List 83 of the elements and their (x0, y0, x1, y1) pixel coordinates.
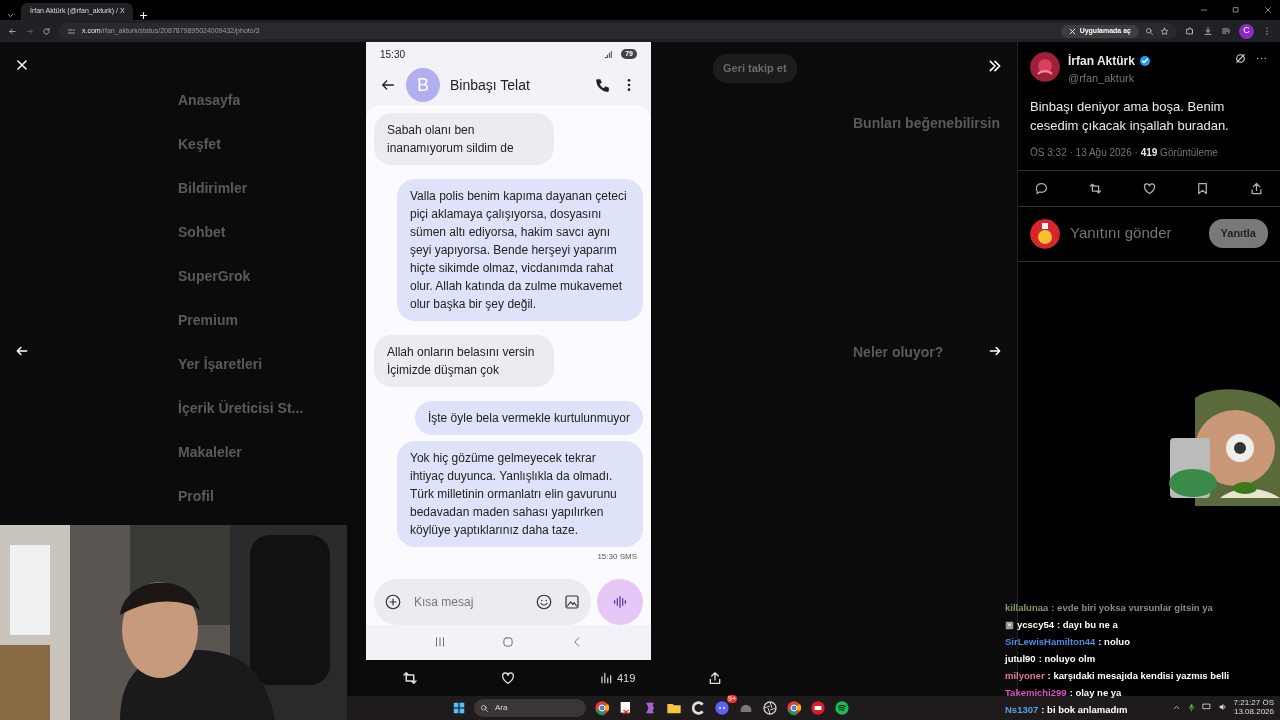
back-icon[interactable] (8, 26, 17, 36)
home-icon[interactable] (501, 635, 516, 650)
star-icon[interactable] (1160, 26, 1169, 36)
contact-avatar: B (406, 68, 440, 103)
bar-chart-icon (599, 671, 613, 685)
chat-message: : karşıdaki mesajıda kendisi yazmıs belli (1047, 669, 1230, 683)
chat-username[interactable]: ycscy54 (1017, 617, 1054, 633)
spotify-icon[interactable] (834, 700, 850, 716)
chat-message: : noluyo olm (1038, 652, 1096, 666)
close-icon[interactable] (15, 58, 29, 72)
clock-time[interactable]: 7:21:27 ÖS (1233, 698, 1274, 707)
sent-message: İşte öyle bela vermekle kurtulunmuyor (414, 400, 643, 435)
tweet-meta: ÖS 3:32 · 13 Ağu 2026 · 419 Görüntüleme (1030, 145, 1219, 160)
site-settings-icon[interactable] (67, 26, 76, 36)
reply-input[interactable]: Yanıtını gönder (1068, 221, 1201, 246)
section-heading: Bunları beğenebilirsin (853, 113, 1001, 133)
author-name[interactable]: İrfan Aktürk (1068, 52, 1135, 70)
message-timestamp: 15:30 SMS (597, 550, 638, 563)
volume-icon[interactable] (1217, 702, 1228, 712)
microphone-icon[interactable] (1186, 702, 1196, 712)
contact-name: Binbaşı Telat (450, 75, 531, 95)
search-icon (480, 703, 489, 713)
waveform-icon (612, 593, 628, 610)
chat-username[interactable]: milyoner (1005, 668, 1045, 684)
chrome-icon[interactable] (786, 700, 802, 716)
discord-icon[interactable] (714, 700, 730, 716)
profile-avatar[interactable]: C (1239, 23, 1254, 39)
chat-username[interactable]: Ns1307 (1005, 702, 1039, 718)
reply-icon[interactable] (1034, 180, 1049, 196)
emoji-icon[interactable] (535, 592, 553, 611)
chat-message: : olay ne ya (1069, 686, 1122, 700)
download-icon[interactable] (1203, 26, 1213, 36)
author-avatar (1030, 52, 1060, 82)
author-handle[interactable]: @rfan_akturk (1068, 70, 1226, 87)
network-icon[interactable] (1201, 702, 1212, 712)
follow-back-button[interactable]: Geri takip et (713, 54, 797, 83)
x-logo-icon (1068, 27, 1076, 35)
extensions-icon[interactable] (1185, 26, 1195, 36)
sent-message: Yok hiç gözüme gelmeyecek tekrar ihtiyaç duyunca. Yanlışlıkla da olmadı. Türk milletinin ormanlatrı elin gavurunu bedavadan maden sahası yapılırken köylüye yaptıklarınız daha taze. (397, 440, 643, 547)
clock-date[interactable]: 13.08.2026 (1233, 707, 1274, 716)
tweet-text: Binbaşı deniyor ama boşa. Benim cesedim çıkacak inşallah buradan. (1030, 97, 1230, 135)
views-button[interactable]: 419 (599, 669, 636, 687)
message-input[interactable]: Kısa mesaj (412, 591, 502, 612)
screen-app-icon[interactable] (810, 700, 826, 716)
reply-button[interactable]: Yanıtla (1208, 219, 1268, 248)
like-icon[interactable] (1141, 180, 1157, 196)
aperture-icon[interactable] (762, 700, 778, 716)
image-icon[interactable] (563, 592, 581, 611)
windows-start-icon[interactable] (452, 701, 466, 715)
ccleaner-icon[interactable] (690, 700, 706, 716)
share-icon[interactable] (1249, 180, 1264, 196)
zoom-icon[interactable] (1145, 26, 1154, 36)
chat-username[interactable]: Takemichi299 (1005, 685, 1067, 701)
chat-message: : evde biri yoksa vursunlar gitsin ya (1051, 601, 1213, 615)
add-icon[interactable] (384, 592, 402, 611)
arrow-left-icon[interactable] (15, 344, 29, 358)
chat-username[interactable]: SirLewisHamilton44 (1005, 634, 1096, 650)
repost-icon[interactable] (1087, 180, 1103, 196)
user-avatar (1030, 218, 1060, 249)
received-message: Allah onların belasını versin İçimizde düşman çok (374, 334, 554, 387)
chat-username[interactable]: jutul90 (1005, 651, 1036, 667)
taskbar-search-field[interactable]: Ara (474, 699, 586, 717)
sent-message: Valla polis benim kapıma dayanan çeteci piçi aklamaya çalışıyorsa, dosyasını sümen altı ediyorsa, hakim savcı aynı şeyi yapıyorsa. Bende herşeyi yaparım hiçte sikimde olmaz, vicdanımda rahat olur. Allah katında da zulme mukavemet olur başka bir şey değil. (397, 178, 643, 321)
like-icon[interactable] (500, 670, 516, 686)
repost-icon[interactable] (401, 669, 419, 687)
chat-message: : dayı bu ne a (1057, 618, 1118, 632)
reload-icon[interactable] (42, 26, 51, 36)
grok-icon[interactable] (1234, 52, 1247, 65)
status-time: 15:30 (380, 47, 406, 62)
section-heading: Neler oluyor? (853, 342, 944, 362)
media-icon[interactable] (1221, 26, 1231, 36)
chat-message: : noluo (1098, 635, 1130, 649)
phone-call-icon[interactable] (594, 76, 611, 94)
double-chevron-icon[interactable] (987, 58, 1003, 74)
received-message: Sabah olanı ben inanamıyorum sildim de (374, 112, 554, 165)
chat-message: : bi bok anlamadım (1041, 703, 1128, 717)
chevron-down-icon[interactable] (6, 11, 15, 20)
voice-button[interactable] (597, 578, 643, 625)
restore-icon[interactable] (1232, 6, 1240, 14)
arrow-right-icon[interactable] (988, 344, 1002, 358)
chat-username[interactable]: killalunaa (1005, 600, 1049, 616)
chrome-icon[interactable] (594, 700, 610, 716)
plus-icon[interactable] (139, 11, 148, 20)
